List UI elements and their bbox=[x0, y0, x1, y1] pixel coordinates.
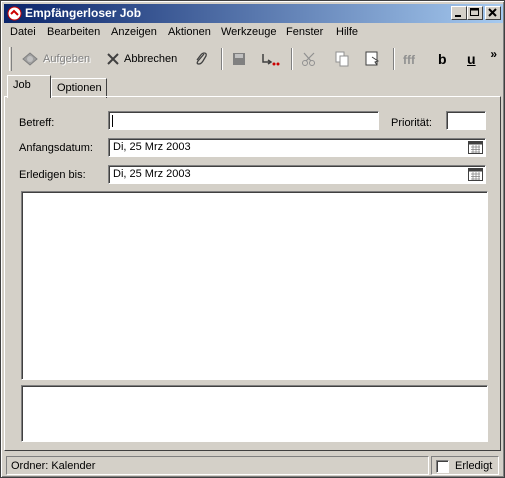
underline-label: u bbox=[467, 51, 476, 67]
toolbar-more-chevron[interactable]: » bbox=[490, 47, 497, 61]
scissors-icon bbox=[302, 52, 315, 66]
bold-label: b bbox=[438, 51, 447, 67]
toolbar-separator bbox=[221, 48, 223, 70]
erledigen-label: Erledigen bis: bbox=[19, 169, 86, 181]
bold-button[interactable]: b bbox=[438, 49, 447, 69]
tab-strip: Job Optionen bbox=[4, 75, 503, 98]
prioritaet-input[interactable] bbox=[446, 111, 486, 130]
toolbar-separator bbox=[393, 48, 395, 70]
menu-fenster[interactable]: Fenster bbox=[286, 26, 323, 38]
status-folder: Ordner: Kalender bbox=[6, 456, 429, 475]
copy-icon bbox=[335, 51, 349, 67]
save-button[interactable] bbox=[231, 49, 247, 69]
anfangsdatum-label: Anfangsdatum: bbox=[19, 142, 93, 154]
save-disk-icon bbox=[233, 53, 245, 65]
tab-job[interactable]: Job bbox=[7, 75, 51, 98]
aufgeben-button[interactable]: Aufgeben bbox=[20, 49, 90, 69]
status-erledigt: Erledigt bbox=[431, 456, 499, 475]
paperclip-icon bbox=[196, 52, 207, 65]
font-fff-icon: fff bbox=[403, 53, 416, 67]
anfangsdatum-value: Di, 25 Mrz 2003 bbox=[113, 141, 191, 153]
erledigt-checkbox[interactable] bbox=[436, 460, 449, 473]
menu-werkzeuge[interactable]: Werkzeuge bbox=[221, 26, 276, 38]
description-textarea[interactable] bbox=[21, 191, 488, 380]
aufgeben-label: Aufgeben bbox=[43, 53, 91, 65]
recipients-button[interactable] bbox=[260, 49, 282, 69]
close-icon bbox=[488, 8, 497, 17]
job-app-icon bbox=[7, 6, 22, 21]
cut-button[interactable] bbox=[300, 49, 318, 69]
aufgeben-icon bbox=[22, 52, 38, 66]
prioritaet-label: Priorität: bbox=[391, 117, 432, 129]
minimize-icon bbox=[455, 15, 461, 17]
calendar-icon[interactable] bbox=[468, 168, 483, 181]
status-bar: Ordner: Kalender Erledigt bbox=[4, 456, 503, 476]
toolbar-separator bbox=[291, 48, 293, 70]
erledigen-date-field[interactable]: Di, 25 Mrz 2003 bbox=[108, 165, 486, 184]
tab-job-label: Job bbox=[13, 79, 31, 91]
menu-bar: Datei Bearbeiten Anzeigen Aktionen Werkz… bbox=[4, 24, 503, 42]
erledigen-value: Di, 25 Mrz 2003 bbox=[113, 168, 191, 180]
abbrechen-label: Abbrechen bbox=[124, 53, 178, 65]
font-button[interactable]: fff bbox=[402, 49, 424, 69]
copy-button[interactable] bbox=[334, 49, 350, 69]
menu-datei[interactable]: Datei bbox=[10, 26, 36, 38]
job-panel: Betreff: Priorität: Anfangsdatum: Di, 25… bbox=[4, 96, 501, 451]
menu-aktionen[interactable]: Aktionen bbox=[168, 26, 211, 38]
betreff-input[interactable] bbox=[108, 111, 379, 130]
toolbar: Aufgeben Abbrechen fff b u » bbox=[4, 45, 503, 73]
menu-bearbeiten[interactable]: Bearbeiten bbox=[47, 26, 100, 38]
menu-anzeigen[interactable]: Anzeigen bbox=[111, 26, 157, 38]
svg-text:fff: fff bbox=[403, 53, 416, 67]
maximize-button[interactable] bbox=[467, 6, 483, 20]
calendar-icon[interactable] bbox=[468, 141, 483, 154]
betreff-label: Betreff: bbox=[19, 117, 55, 129]
abbrechen-button[interactable]: Abbrechen bbox=[105, 49, 177, 69]
erledigt-label: Erledigt bbox=[455, 460, 493, 472]
close-button[interactable] bbox=[485, 6, 501, 20]
text-caret bbox=[112, 115, 113, 127]
title-bar[interactable]: Empfängerloser Job bbox=[4, 4, 503, 23]
folder-label: Ordner: Kalender bbox=[11, 460, 96, 472]
tab-optionen[interactable]: Optionen bbox=[51, 78, 107, 98]
attach-button[interactable] bbox=[192, 49, 210, 69]
tab-optionen-label: Optionen bbox=[57, 82, 102, 94]
paste-icon bbox=[365, 51, 380, 66]
job-window: Empfängerloser Job Datei Bearbeiten Anze… bbox=[0, 0, 505, 478]
minimize-button[interactable] bbox=[451, 6, 467, 20]
underline-button[interactable]: u bbox=[467, 49, 476, 69]
maximize-icon bbox=[470, 8, 479, 16]
anfangsdatum-date-field[interactable]: Di, 25 Mrz 2003 bbox=[108, 138, 486, 157]
recipients-icon bbox=[262, 54, 280, 66]
toolbar-grip[interactable] bbox=[9, 47, 12, 71]
paste-button[interactable] bbox=[364, 49, 382, 69]
window-title: Empfängerloser Job bbox=[25, 6, 142, 20]
menu-hilfe[interactable]: Hilfe bbox=[336, 26, 358, 38]
notes-textarea[interactable] bbox=[21, 385, 488, 442]
abbrechen-x-icon bbox=[107, 53, 119, 65]
